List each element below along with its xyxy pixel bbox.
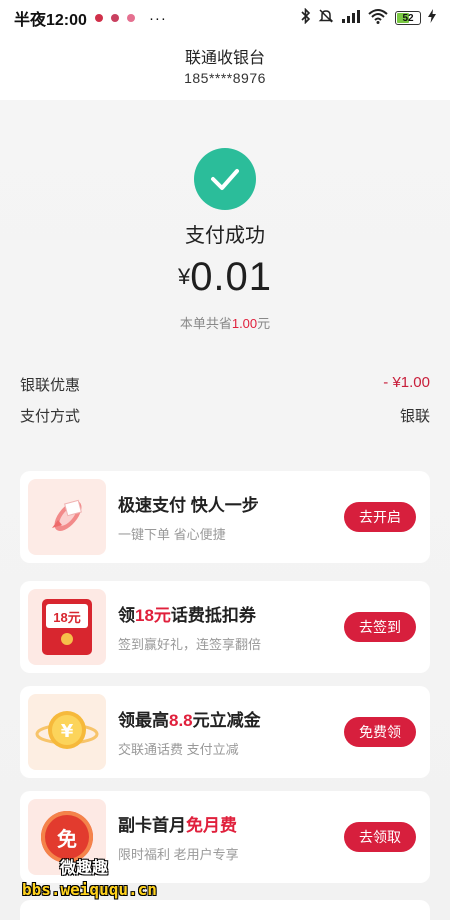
promo-card-phone-coupon[interactable]: 18元 领18元话费抵扣券 签到赢好礼，连签享翻倍 去签到	[20, 581, 430, 673]
sign-in-button[interactable]: 去签到	[344, 612, 416, 642]
detail-row-discount: 银联优惠 - ¥1.00	[20, 374, 430, 395]
payment-status-title: 支付成功	[185, 225, 265, 247]
red-envelope-icon: 18元	[28, 589, 106, 665]
promo-subtitle: 签到赢好礼，连签享翻倍	[118, 637, 262, 652]
notification-icon	[94, 14, 103, 22]
promo-card-fast-pay[interactable]: 极速支付 快人一步 一键下单 省心便捷 去开启	[20, 471, 430, 563]
yuan-coin-icon: ¥	[28, 694, 106, 770]
claim-free-button[interactable]: 免费领	[344, 717, 416, 747]
battery-icon: 52	[395, 11, 421, 25]
promo-subtitle: 限时福利 老用户专享	[118, 847, 239, 862]
status-time: 半夜12:00	[14, 12, 87, 29]
page-title: 联通收银台	[184, 50, 265, 67]
saved-amount: 1.00	[231, 316, 258, 331]
bluetooth-icon	[301, 7, 311, 29]
detail-value: 银联	[399, 408, 430, 425]
notification-icon	[126, 14, 135, 22]
battery-level-text: 52	[402, 12, 414, 24]
rocket-icon	[28, 479, 106, 555]
signal-icon	[341, 8, 361, 29]
saved-prefix: 本单共省	[179, 316, 232, 331]
cashier-header: 联通收银台 185****8976	[0, 44, 450, 86]
currency-symbol: ¥	[177, 264, 191, 289]
charging-icon	[428, 8, 436, 28]
mute-bell-icon	[318, 8, 334, 29]
detail-value: - ¥1.00	[383, 374, 430, 391]
claim-button[interactable]: 去领取	[344, 822, 416, 852]
more-notifications-icon: ···	[148, 9, 167, 27]
promo-title: 副卡首月免月费	[118, 816, 237, 835]
detail-row-payment-method: 支付方式 银联	[20, 405, 430, 426]
notification-icon	[110, 14, 119, 22]
promo-subtitle: 交联通话费 支付立减	[118, 742, 239, 757]
wifi-icon	[368, 8, 388, 29]
saved-amount-note: 本单共省1.00元	[0, 313, 450, 332]
phone-number: 185****8976	[184, 70, 266, 86]
promo-title: 极速支付 快人一步	[118, 496, 259, 515]
detail-label: 银联优惠	[20, 377, 81, 394]
status-bar: 半夜12:00 ··· 52	[0, 0, 450, 36]
success-check-icon	[194, 148, 256, 210]
amount-value: 0.01	[190, 255, 273, 299]
promo-subtitle: 一键下单 省心便捷	[118, 527, 226, 542]
free-badge-icon: 免	[28, 799, 106, 875]
saved-unit: 元	[257, 316, 271, 331]
paid-amount: ¥0.01	[0, 255, 450, 300]
free-badge-text: 免	[57, 828, 77, 851]
promo-card-secondary-sim[interactable]: 免 副卡首月免月费 限时福利 老用户专享 去领取	[20, 791, 430, 883]
promo-title: 领18元话费抵扣券	[118, 606, 256, 625]
promo-title: 领最高8.8元立减金	[118, 711, 261, 730]
detail-label: 支付方式	[20, 408, 81, 425]
coupon-badge-text: 18元	[53, 609, 81, 625]
svg-text:¥: ¥	[61, 721, 74, 742]
promo-card-cashback[interactable]: ¥ 领最高8.8元立减金 交联通话费 支付立减 免费领	[20, 686, 430, 778]
promo-card-partial	[20, 900, 430, 920]
enable-fast-pay-button[interactable]: 去开启	[344, 502, 416, 532]
